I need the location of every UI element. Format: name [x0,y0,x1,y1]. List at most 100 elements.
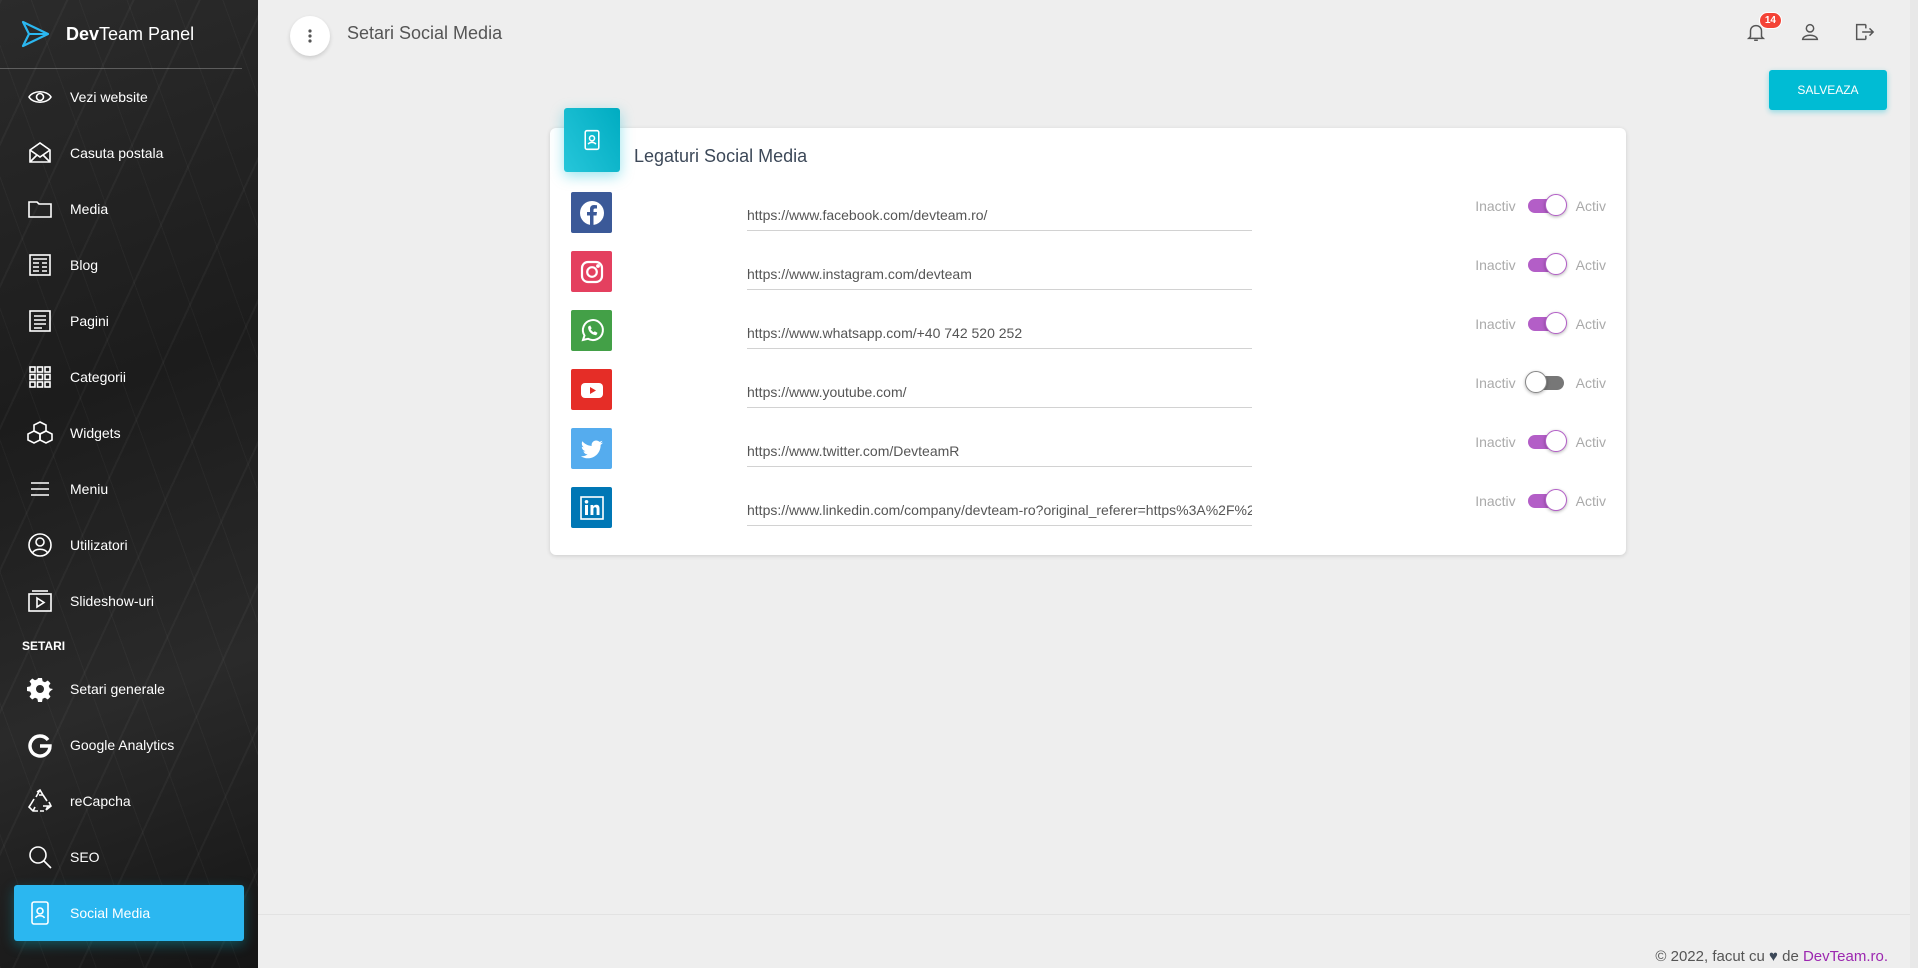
social-row-whatsapp: Inactiv Activ [571,310,1606,369]
toggle-on-label: Activ [1575,198,1606,214]
save-button[interactable]: SALVEAZA [1769,70,1887,110]
social-row-youtube: Inactiv Activ [571,369,1606,428]
toggle-knob [1544,430,1567,452]
sidebar: DevTeam Panel Vezi website Casuta postal… [0,0,258,968]
sidebar-item-vezi-website[interactable]: Vezi website [14,69,244,125]
twitter-url-input[interactable] [747,436,1252,467]
newspaper-icon [26,251,54,279]
toggle-on-label: Activ [1575,316,1606,332]
youtube-status-switch: Inactiv Activ [1475,371,1606,393]
facebook-icon [571,192,612,233]
gear-icon [26,675,54,703]
youtube-url-input[interactable] [747,377,1252,408]
sidebar-item-label: Categorii [70,369,127,385]
sidebar-item-seo[interactable]: SEO [14,829,244,885]
mail-icon [26,139,54,167]
user-circle-icon [26,531,54,559]
toggle-knob [1544,194,1567,216]
sidebar-item-label: reCapcha [70,793,131,809]
twitter-status-switch: Inactiv Activ [1475,430,1606,452]
sidebar-item-label: Pagini [70,313,109,329]
settings-section-label: SETARI [22,639,66,653]
profile-button[interactable] [1796,18,1824,46]
toggle-on-label: Activ [1575,493,1606,509]
sidebar-item-label: Social Media [70,905,151,921]
notifications-button[interactable]: 14 [1742,12,1782,46]
linkedin-status-switch: Inactiv Activ [1475,489,1606,511]
cubes-icon [26,419,54,447]
slideshow-icon [26,587,54,615]
sidebar-item-google-analytics[interactable]: Google Analytics [14,717,244,773]
sidebar-item-label: Vezi website [70,89,148,105]
heart-icon: ♥ [1769,948,1778,965]
user-icon [1801,23,1819,41]
contact-card-icon [564,108,620,172]
sidebar-item-label: Meniu [70,481,109,497]
page-icon [26,307,54,335]
youtube-icon [571,369,612,410]
facebook-url-input[interactable] [747,200,1252,231]
sidebar-item-label: Media [70,201,109,217]
whatsapp-url-input[interactable] [747,318,1252,349]
linkedin-icon [571,487,612,528]
social-row-instagram: Inactiv Activ [571,251,1606,310]
whatsapp-icon [571,310,612,351]
sidebar-item-label: Blog [70,257,99,273]
contact-card-icon [26,899,54,927]
footer-de: de [1782,948,1799,965]
scrollbar[interactable] [1910,0,1918,968]
facebook-status-switch: Inactiv Activ [1475,194,1606,216]
whatsapp-active-toggle[interactable] [1527,312,1567,334]
toggle-on-label: Activ [1575,257,1606,273]
linkedin-active-toggle[interactable] [1527,489,1567,511]
sidebar-item-utilizatori[interactable]: Utilizatori [14,517,244,573]
sidebar-item-slideshow[interactable]: Slideshow-uri [14,573,244,629]
instagram-active-toggle[interactable] [1527,253,1567,275]
facebook-active-toggle[interactable] [1527,194,1567,216]
topbar: Setari Social Media 14 [258,0,1918,68]
main-nav: Vezi website Casuta postala Media Blog P… [0,69,258,629]
footer-link[interactable]: DevTeam.ro. [1803,948,1888,965]
vertical-dots-icon [308,29,312,43]
page-title: Setari Social Media [347,23,503,43]
recycle-icon [26,787,54,815]
social-links-card: Legaturi Social Media Inactiv Activ Inac… [550,108,1626,555]
sidebar-item-media[interactable]: Media [14,181,244,237]
twitter-icon [571,428,612,469]
linkedin-url-input[interactable] [747,495,1252,526]
toggle-off-label: Inactiv [1475,493,1516,509]
toggle-on-label: Activ [1575,434,1606,450]
sidebar-item-label: Widgets [70,425,121,441]
toggle-off-label: Inactiv [1475,198,1516,214]
toggle-knob [1544,312,1567,334]
brand-name: DevTeam Panel [66,23,195,44]
instagram-url-input[interactable] [747,259,1252,290]
instagram-status-switch: Inactiv Activ [1475,253,1606,275]
instagram-icon [571,251,612,292]
sidebar-item-recapcha[interactable]: reCapcha [14,773,244,829]
social-row-facebook: Inactiv Activ [571,192,1606,251]
twitter-active-toggle[interactable] [1527,430,1567,452]
toggle-off-label: Inactiv [1475,316,1516,332]
more-options-button[interactable] [290,16,330,56]
sidebar-item-pagini[interactable]: Pagini [14,293,244,349]
brand[interactable]: DevTeam Panel [0,0,242,69]
logout-button[interactable] [1850,18,1878,46]
menu-icon [26,475,54,503]
toggle-off-label: Inactiv [1475,375,1516,391]
logo-icon [21,20,50,48]
social-row-twitter: Inactiv Activ [571,428,1606,487]
sidebar-item-setari-generale[interactable]: Setari generale [14,661,244,717]
sidebar-item-meniu[interactable]: Meniu [14,461,244,517]
sidebar-item-blog[interactable]: Blog [14,237,244,293]
grid-icon [26,363,54,391]
youtube-active-toggle[interactable] [1524,371,1564,393]
eye-icon [26,83,54,111]
sidebar-item-casuta-postala[interactable]: Casuta postala [14,125,244,181]
card-title: Legaturi Social Media [634,146,808,166]
toggle-on-label: Activ [1575,375,1606,391]
sidebar-item-social-media[interactable]: Social Media [14,885,244,941]
sidebar-item-categorii[interactable]: Categorii [14,349,244,405]
sidebar-item-widgets[interactable]: Widgets [14,405,244,461]
top-icons: 14 [1742,12,1878,46]
